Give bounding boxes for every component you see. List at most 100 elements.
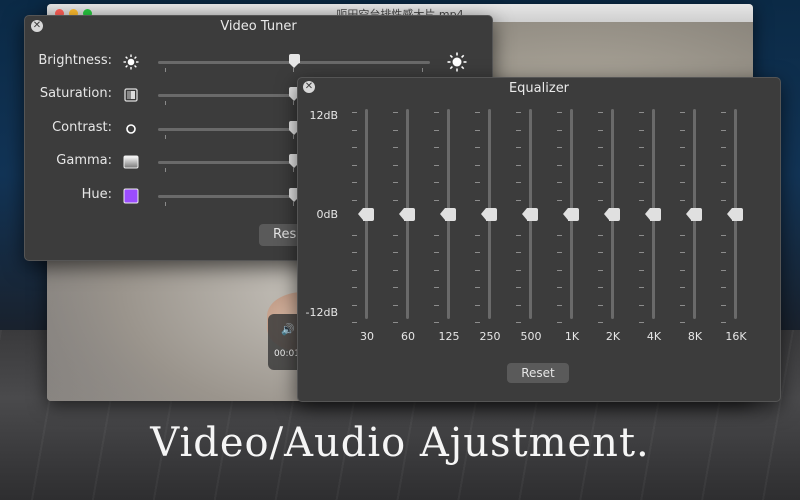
tuner-label: Brightness: — [38, 53, 112, 68]
eq-tick — [557, 147, 562, 148]
eq-tick — [393, 322, 398, 323]
eq-tick — [680, 129, 685, 131]
eq-tick — [393, 164, 398, 166]
eq-tick — [721, 234, 726, 236]
eq-tick — [680, 287, 685, 288]
eq-tick — [516, 252, 521, 253]
eq-tick — [352, 269, 357, 271]
eq-tick — [393, 269, 398, 271]
eq-tick — [352, 112, 357, 113]
eq-tick — [639, 164, 644, 166]
eq-tick — [393, 129, 398, 131]
eq-slider-knob[interactable] — [727, 207, 743, 221]
eq-tick — [557, 129, 562, 131]
eq-band: 1K — [557, 109, 587, 349]
slider-tick — [422, 68, 423, 72]
eq-slider-knob[interactable] — [645, 207, 661, 221]
eq-tick — [393, 112, 398, 113]
eq-tick — [352, 182, 357, 183]
eq-tick — [393, 147, 398, 148]
eq-tick — [434, 112, 439, 113]
eq-tick — [639, 304, 644, 306]
eq-tick — [434, 234, 439, 236]
eq-tick — [639, 112, 644, 113]
eq-tick — [516, 304, 521, 306]
eq-tick — [598, 164, 603, 166]
eq-band: 16K — [721, 109, 751, 349]
eq-tick — [393, 199, 398, 201]
eq-tick — [352, 322, 357, 323]
eq-tick — [516, 234, 521, 236]
eq-slider-knob[interactable] — [563, 207, 579, 221]
tuner-row: Brightness: — [25, 52, 492, 73]
eq-tick — [639, 129, 644, 131]
eq-tick — [680, 304, 685, 306]
eq-band: 8K — [680, 109, 710, 349]
eq-tick — [680, 252, 685, 253]
eq-slider-knob[interactable] — [358, 207, 374, 221]
eq-tick — [475, 304, 480, 306]
eq-slider-knob[interactable] — [522, 207, 538, 221]
headline-caption: Video/Audio Ajustment. — [150, 420, 650, 466]
eq-tick — [598, 199, 603, 201]
eq-tick — [680, 182, 685, 183]
tuner-slider-knob[interactable] — [288, 54, 300, 68]
eq-tick — [639, 287, 644, 288]
db-label-bottom: -12dB — [305, 306, 339, 319]
eq-tick — [557, 287, 562, 288]
eq-tick — [557, 322, 562, 323]
eq-tick — [680, 322, 685, 323]
eq-tick — [516, 129, 521, 131]
eq-band: 60 — [393, 109, 423, 349]
eq-tick — [393, 182, 398, 183]
slider-tick — [293, 202, 294, 206]
tuner-label: Saturation: — [39, 86, 112, 101]
db-label-top: 12dB — [309, 109, 338, 122]
eq-slider-knob[interactable] — [440, 207, 456, 221]
eq-tick — [721, 164, 726, 166]
eq-tick — [557, 252, 562, 253]
eq-slider-knob[interactable] — [399, 207, 415, 221]
eq-tick — [639, 322, 644, 323]
eq-tick — [598, 287, 603, 288]
eq-slider-knob[interactable] — [686, 207, 702, 221]
eq-slider-knob[interactable] — [481, 207, 497, 221]
volume-icon[interactable]: 🔊 — [281, 324, 295, 336]
equalizer-panel: ✕ Equalizer 12dB 0dB -12dB 30 60 125 250 500… — [297, 77, 781, 402]
eq-band: 125 — [434, 109, 464, 349]
equalizer-reset-button[interactable]: Reset — [507, 363, 569, 383]
eq-tick — [639, 182, 644, 183]
eq-tick — [352, 164, 357, 166]
eq-tick — [516, 112, 521, 113]
slider-tick — [293, 168, 294, 172]
eq-slider-knob[interactable] — [604, 207, 620, 221]
eq-tick — [721, 182, 726, 183]
eq-band: 30 — [352, 109, 382, 349]
sun-icon — [123, 54, 139, 70]
eq-tick — [639, 199, 644, 201]
slider-tick — [165, 202, 166, 206]
eq-tick — [475, 129, 480, 131]
eq-tick — [598, 112, 603, 113]
eq-tick — [557, 269, 562, 271]
eq-tick — [434, 252, 439, 253]
eq-tick — [475, 252, 480, 253]
contrast-icon — [123, 121, 139, 137]
eq-tick — [434, 164, 439, 166]
eq-tick — [680, 164, 685, 166]
eq-tick — [434, 304, 439, 306]
tuner-label: Hue: — [81, 187, 112, 202]
eq-tick — [352, 252, 357, 253]
eq-tick — [721, 112, 726, 113]
eq-tick — [721, 287, 726, 288]
slider-tick — [165, 168, 166, 172]
eq-tick — [352, 287, 357, 288]
tuner-label: Gamma: — [56, 153, 112, 168]
slider-tick — [293, 68, 294, 72]
eq-tick — [680, 269, 685, 271]
eq-tick — [393, 234, 398, 236]
eq-tick — [352, 129, 357, 131]
eq-tick — [680, 234, 685, 236]
eq-tick — [475, 147, 480, 148]
eq-tick — [721, 129, 726, 131]
